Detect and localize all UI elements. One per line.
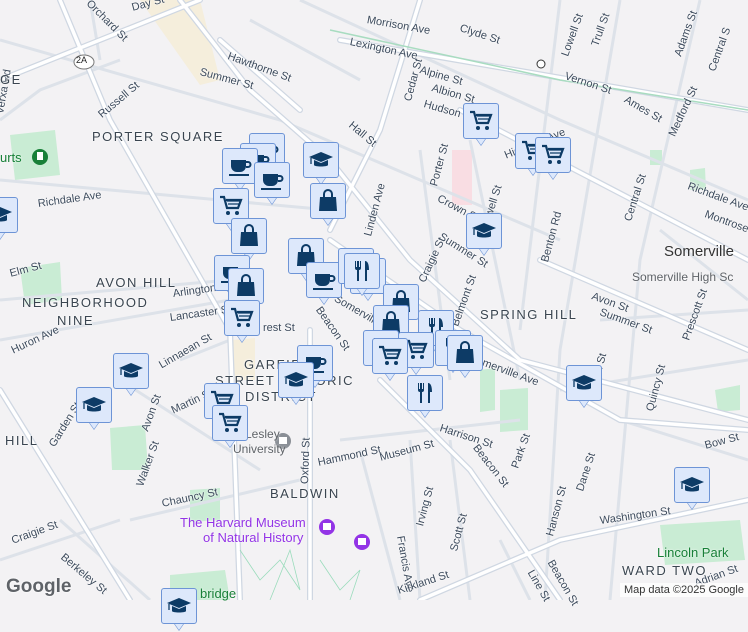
marker-box [310, 183, 346, 219]
poi-label[interactable]: urts [0, 150, 22, 165]
poi-marker-bag[interactable] [310, 183, 346, 227]
poi-label[interactable]: of Natural History [203, 530, 303, 545]
graduation-cap-icon [119, 363, 143, 378]
poi-marker-cart[interactable] [224, 300, 260, 344]
poi-marker-restaurant[interactable] [344, 253, 380, 297]
museum-pin-icon[interactable] [319, 519, 370, 550]
graduation-cap-icon [284, 372, 308, 387]
marker-box [161, 588, 197, 624]
poi-marker-cart[interactable] [535, 137, 571, 181]
poi-marker-graduation-cap[interactable] [76, 387, 112, 431]
marker-box [222, 148, 258, 184]
poi-marker-graduation-cap[interactable] [566, 365, 602, 409]
marker-box [306, 262, 342, 298]
bag-icon [237, 274, 255, 296]
poi-label[interactable]: The Harvard Museum [180, 515, 306, 530]
marker-box [463, 103, 499, 139]
cart-icon [542, 144, 565, 164]
cart-icon [219, 412, 242, 432]
district-label: WARD TWO [622, 563, 707, 578]
marker-box [228, 268, 264, 304]
poi-marker-graduation-cap[interactable] [303, 142, 339, 186]
coffee-icon [229, 160, 252, 176]
poi-label[interactable]: Lincoln Park [657, 545, 729, 560]
marker-box [407, 375, 443, 411]
poi-marker-restaurant[interactable] [407, 375, 443, 419]
marker-box [674, 467, 710, 503]
poi-marker-graduation-cap[interactable] [161, 588, 197, 632]
marker-box [447, 335, 483, 371]
bag-icon [319, 189, 337, 211]
marker-box [566, 365, 602, 401]
marker-box [466, 213, 502, 249]
transit-icon [536, 59, 546, 69]
poi-marker-graduation-cap[interactable] [278, 362, 314, 406]
coffee-icon [261, 174, 284, 190]
poi-label: Somerville High Sc [632, 270, 734, 284]
graduation-cap-icon [472, 223, 496, 238]
park-pin-icon[interactable] [32, 149, 48, 165]
bag-icon [456, 341, 474, 363]
restaurant-icon [355, 261, 369, 281]
district-label: PORTER SQUARE [92, 129, 224, 144]
marker-box [372, 338, 408, 374]
marker-box [535, 137, 571, 173]
cart-icon [470, 110, 493, 130]
marker-box [212, 405, 248, 441]
poi-marker-coffee[interactable] [254, 162, 290, 206]
poi-marker-coffee[interactable] [306, 262, 342, 306]
map-attribution[interactable]: Map data ©2025 Google [619, 583, 748, 597]
google-logo: Google [6, 576, 72, 597]
poi-marker-graduation-cap[interactable] [113, 353, 149, 397]
poi-marker-cart[interactable] [212, 405, 248, 449]
district-label: NINE [57, 313, 95, 328]
district-label: GE [0, 72, 22, 87]
marker-box [231, 218, 267, 254]
graduation-cap-icon [680, 477, 704, 492]
marker-box [278, 362, 314, 398]
graduation-cap-icon [572, 375, 596, 390]
poi-marker-cart[interactable] [372, 338, 408, 382]
cart-icon [220, 195, 243, 215]
graduation-cap-icon [309, 152, 333, 167]
poi-marker-coffee[interactable] [222, 148, 258, 192]
poi-marker-graduation-cap[interactable] [466, 213, 502, 257]
district-label: AVON HILL [96, 275, 177, 290]
poi-marker-graduation-cap[interactable] [674, 467, 710, 511]
poi-marker-cart[interactable] [463, 103, 499, 147]
district-label: BALDWIN [270, 486, 340, 501]
district-label: SPRING HILL [480, 307, 578, 322]
marker-box [113, 353, 149, 389]
bag-icon [240, 224, 258, 246]
marker-box [0, 197, 18, 233]
cart-icon [231, 307, 254, 327]
poi-marker-bag[interactable] [447, 335, 483, 379]
marker-box [303, 142, 339, 178]
route-2a-label: 2A [76, 55, 88, 65]
campus-paths [239, 548, 361, 600]
district-label: HILL [5, 433, 39, 448]
graduation-cap-icon [0, 207, 12, 222]
marker-box [224, 300, 260, 336]
poi-marker-graduation-cap[interactable] [0, 197, 18, 241]
coffee-icon [313, 274, 336, 290]
marker-box [76, 387, 112, 423]
marker-box [254, 162, 290, 198]
district-label: NEIGHBORHOOD [22, 295, 149, 310]
graduation-cap-icon [82, 397, 106, 412]
city-label: Somerville [664, 243, 735, 260]
cart-icon [379, 345, 402, 365]
poi-label[interactable]: Lesley [245, 427, 280, 441]
marker-box [344, 253, 380, 289]
graduation-cap-icon [167, 598, 191, 613]
street-label: Oxford St [299, 437, 313, 485]
poi-label: bridge [200, 586, 237, 601]
restaurant-icon [418, 383, 432, 403]
street-label: rest St [263, 322, 295, 334]
